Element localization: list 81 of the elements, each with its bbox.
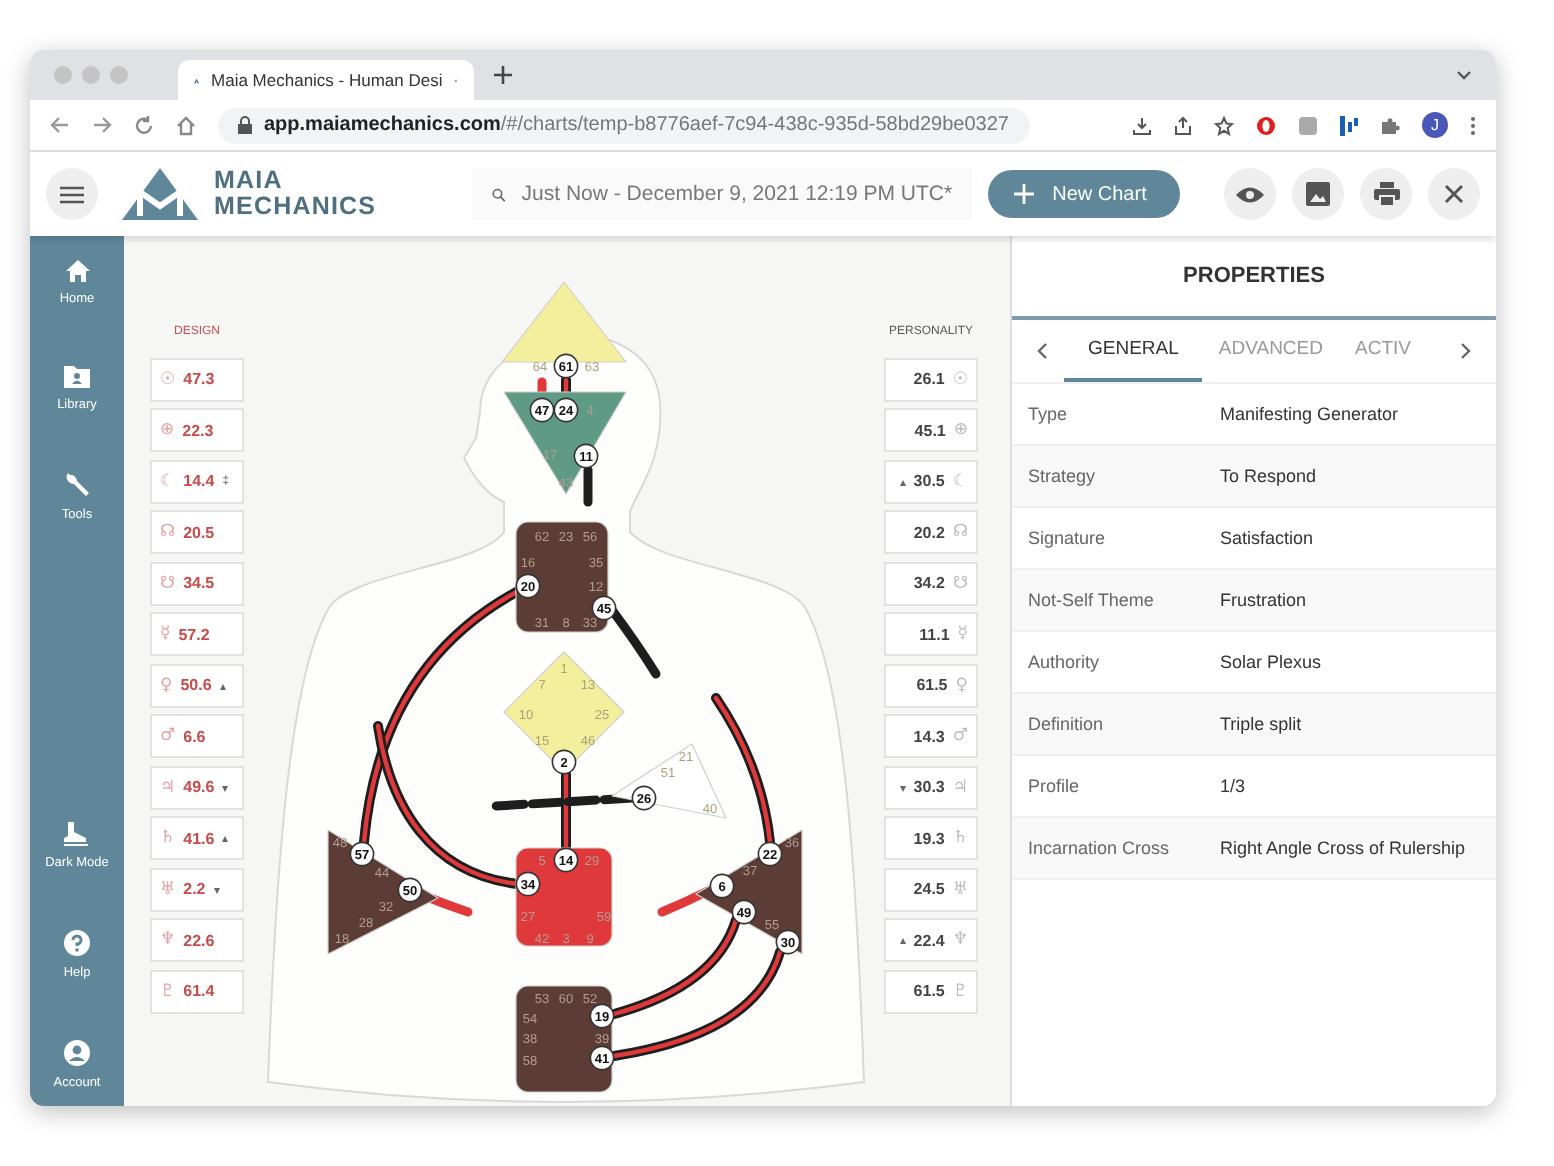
planet-activation[interactable]: 34.2 ☋	[884, 561, 978, 605]
download-icon[interactable]	[1132, 115, 1152, 135]
planet-activation[interactable]: ☋ 34.5	[150, 561, 244, 605]
wrench-icon	[64, 472, 90, 498]
menu-icon	[60, 185, 84, 203]
planet-activation[interactable]: ♇ 61.4	[150, 969, 244, 1013]
channel-line	[607, 605, 661, 679]
planet-activation[interactable]: 61.5 ♇	[884, 969, 978, 1013]
star-icon[interactable]	[1214, 115, 1234, 135]
profile-avatar[interactable]: J	[1422, 112, 1448, 138]
plus-icon	[1014, 184, 1035, 204]
planet-activation[interactable]: 19.3 ♄	[884, 816, 978, 860]
close-icon	[1444, 184, 1464, 204]
logo-text: MECHANICS	[214, 194, 377, 220]
image-icon	[1306, 182, 1330, 206]
planet-activation[interactable]: 61.5 ♀	[884, 663, 978, 707]
preview-button[interactable]	[1224, 168, 1276, 220]
planet-activation[interactable]: ☉ 47.3	[150, 357, 244, 401]
property-label: Authority	[1028, 652, 1102, 672]
account-icon	[64, 1040, 90, 1066]
share-icon[interactable]	[1174, 115, 1192, 135]
reload-icon[interactable]	[134, 115, 154, 135]
planet-activation[interactable]: ☿ 57.2	[150, 612, 244, 656]
menu-button[interactable]	[46, 168, 98, 220]
eye-icon	[1236, 185, 1264, 203]
kebab-menu-icon[interactable]	[1470, 115, 1476, 135]
new-tab-icon[interactable]	[494, 66, 512, 84]
forward-icon[interactable]	[92, 116, 112, 134]
properties-tab[interactable]: GENERAL	[1064, 320, 1203, 382]
planet-activation[interactable]: ⊕ 22.3	[150, 408, 244, 452]
chevron-left-icon[interactable]	[1036, 342, 1048, 360]
property-value: Manifesting Generator	[1220, 404, 1399, 424]
planet-activation[interactable]: ♂ 6.6	[150, 714, 244, 758]
planet-activation[interactable]: 20.2 ☊	[884, 510, 978, 554]
image-button[interactable]	[1292, 168, 1344, 220]
planet-activation[interactable]: 14.3 ♂	[884, 714, 978, 758]
property-value: 1/3	[1220, 776, 1246, 796]
home-icon	[65, 260, 89, 282]
browser-tab[interactable]: Maia Mechanics - Human Desi	[178, 60, 474, 100]
address-bar[interactable]: app.maiamechanics.com/#/charts/temp-b8776aef-7c94-438c-935d-58bd29be0327	[218, 107, 1030, 143]
tab-title: Maia Mechanics - Human Desi	[211, 70, 443, 90]
new-chart-button[interactable]: New Chart	[988, 170, 1181, 218]
lock-icon	[238, 116, 252, 134]
property-label: Profile	[1028, 776, 1082, 796]
channel-line	[583, 465, 593, 507]
property-label: Signature	[1028, 528, 1108, 548]
puzzle-icon[interactable]	[1380, 115, 1400, 135]
planet-activation[interactable]: 24.5 ♅	[884, 867, 978, 911]
back-icon[interactable]	[50, 116, 70, 134]
print-icon	[1373, 182, 1399, 206]
help-icon	[64, 930, 90, 956]
planet-activation[interactable]: ♆ 22.6	[150, 918, 244, 962]
home-icon[interactable]	[176, 115, 196, 135]
folder-icon	[64, 366, 90, 388]
property-label: Strategy	[1028, 466, 1098, 486]
extension-icon[interactable]	[1340, 115, 1358, 135]
search-icon	[492, 183, 506, 205]
print-button[interactable]	[1360, 168, 1412, 220]
property-value: To Respond	[1220, 466, 1317, 486]
property-value: Satisfaction	[1220, 528, 1314, 548]
property-value: Right Angle Cross of Rulership	[1220, 838, 1466, 858]
property-value: Solar Plexus	[1220, 652, 1322, 672]
property-label: Definition	[1028, 714, 1106, 734]
logo-icon	[122, 168, 198, 220]
chevron-right-icon[interactable]	[1460, 342, 1472, 360]
property-label: Type	[1028, 404, 1070, 424]
close-button[interactable]	[1428, 168, 1480, 220]
property-value: Frustration	[1220, 590, 1307, 610]
planet-activation[interactable]: 11.1 ☿	[884, 612, 978, 656]
extension-icon[interactable]	[1256, 115, 1276, 135]
logo-text: MAIA	[214, 168, 285, 194]
chevron-down-icon[interactable]	[1456, 70, 1472, 80]
boot-icon	[62, 822, 91, 846]
panel-title: PROPERTIES	[1012, 236, 1496, 320]
planet-activation[interactable]: ☊ 20.5	[150, 510, 244, 554]
property-label: Not-Self Theme	[1028, 590, 1156, 610]
search-field[interactable]: Just Now - December 9, 2021 12:19 PM UTC*	[472, 168, 973, 220]
property-value: Triple split	[1220, 714, 1302, 734]
planet-activation[interactable]: 45.1 ⊕	[884, 408, 978, 452]
planet-activation[interactable]: 26.1 ☉	[884, 357, 978, 401]
property-label: Incarnation Cross	[1028, 838, 1172, 858]
